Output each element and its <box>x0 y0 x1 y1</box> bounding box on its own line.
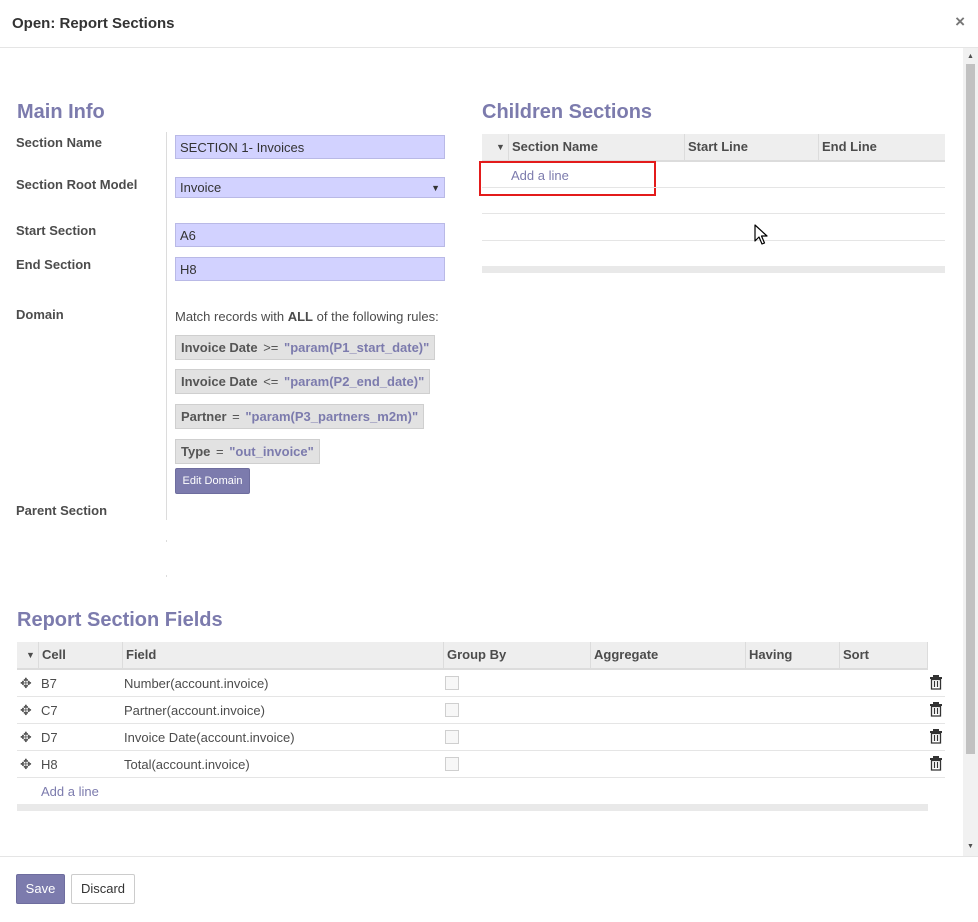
group-by-checkbox[interactable] <box>445 757 459 771</box>
domain-label: Domain <box>16 307 64 322</box>
dialog-footer: Save Discard <box>0 856 978 922</box>
cell-value: H8 <box>41 757 58 772</box>
column-header[interactable]: Having <box>746 642 840 668</box>
domain-match-text: Match records with ALL of the following … <box>175 309 439 324</box>
domain-rule[interactable]: Invoice Date >= "param(P1_start_date)" <box>175 335 436 360</box>
rule-operator: = <box>232 409 240 424</box>
drag-handle-icon[interactable]: ✥ <box>20 729 32 746</box>
column-header[interactable]: Group By <box>444 642 591 668</box>
rule-value: "param(P2_end_date)" <box>284 374 425 389</box>
section-name-label: Section Name <box>16 135 102 150</box>
dialog-body: Main Info Section Name SECTION 1- Invoic… <box>0 48 978 856</box>
mouse-cursor-icon <box>754 224 768 245</box>
rule-field: Invoice Date <box>181 374 258 389</box>
row-divider <box>482 187 945 188</box>
column-header[interactable]: Field <box>123 642 444 668</box>
column-header[interactable]: Section Name <box>508 134 685 160</box>
cell-value: D7 <box>41 730 58 745</box>
trash-icon[interactable] <box>929 755 943 771</box>
dialog-header: Open: Report Sections × <box>0 0 978 48</box>
start-section-label: Start Section <box>16 223 97 238</box>
field-divider <box>166 132 167 520</box>
row-divider <box>482 240 945 241</box>
column-header[interactable]: Aggregate <box>591 642 746 668</box>
rule-value: "out_invoice" <box>229 444 314 459</box>
chevron-down-icon: ▼ <box>431 183 440 193</box>
drag-handle-icon[interactable]: ✥ <box>20 675 32 692</box>
scrollbar-thumb[interactable] <box>966 64 975 754</box>
root-model-value: Invoice <box>180 180 222 195</box>
trash-icon[interactable] <box>929 674 943 690</box>
table-row[interactable]: ✥ C7 Partner(account.invoice) <box>17 697 945 724</box>
column-header[interactable]: Start Line <box>685 134 819 160</box>
table-row[interactable]: ✥ D7 Invoice Date(account.invoice) <box>17 724 945 751</box>
root-model-label: Section Root Model <box>16 177 138 192</box>
scroll-up-icon[interactable]: ▲ <box>963 50 978 64</box>
table-row[interactable]: ✥ B7 Number(account.invoice) <box>17 670 945 697</box>
highlight-box <box>479 161 656 196</box>
rule-operator: = <box>216 444 224 459</box>
group-by-checkbox[interactable] <box>445 703 459 717</box>
fields-add-line-link[interactable]: Add a line <box>41 784 99 799</box>
cell-value: B7 <box>41 676 57 691</box>
field-value: Total(account.invoice) <box>124 757 250 772</box>
rule-operator: <= <box>263 374 279 389</box>
parent-section-label: Parent Section <box>16 503 108 518</box>
main-info-heading: Main Info <box>17 101 105 123</box>
end-section-input[interactable]: H8 <box>175 257 445 281</box>
start-section-input[interactable]: A6 <box>175 223 445 247</box>
caret-down-icon[interactable]: ▼ <box>26 650 35 660</box>
column-header[interactable]: Sort <box>840 642 928 668</box>
row-divider <box>482 213 945 214</box>
children-sections-heading: Children Sections <box>482 101 653 123</box>
column-header[interactable]: End Line <box>819 134 945 160</box>
vertical-scrollbar[interactable]: ▲ ▼ <box>963 48 978 856</box>
section-name-input[interactable]: SECTION 1- Invoices <box>175 135 445 159</box>
caret-down-icon[interactable]: ▼ <box>496 142 505 152</box>
rule-field: Type <box>181 444 211 459</box>
trash-icon[interactable] <box>929 701 943 717</box>
field-divider-tick <box>166 575 167 577</box>
children-table-header: ▼ Section Name Start Line End Line <box>482 134 945 162</box>
group-by-checkbox[interactable] <box>445 676 459 690</box>
rule-value: "param(P3_partners_m2m)" <box>245 409 419 424</box>
discard-button[interactable]: Discard <box>71 874 135 904</box>
domain-match-suffix: of the following rules: <box>316 309 439 324</box>
fields-table-header: ▼ Cell Field Group By Aggregate Having S… <box>17 642 928 670</box>
group-by-checkbox[interactable] <box>445 730 459 744</box>
scroll-down-icon[interactable]: ▼ <box>963 840 978 854</box>
rule-field: Partner <box>181 409 227 424</box>
domain-match-all: ALL <box>287 309 313 324</box>
drag-handle-icon[interactable]: ✥ <box>20 702 32 719</box>
field-divider-tick <box>166 540 167 542</box>
domain-rule[interactable]: Type = "out_invoice" <box>175 439 320 464</box>
rule-field: Invoice Date <box>181 340 258 355</box>
domain-rule[interactable]: Partner = "param(P3_partners_m2m)" <box>175 404 425 429</box>
table-row[interactable]: ✥ H8 Total(account.invoice) <box>17 751 945 778</box>
domain-rule[interactable]: Invoice Date <= "param(P2_end_date)" <box>175 369 431 394</box>
domain-match-prefix: Match records with <box>175 309 285 324</box>
fields-table-footer <box>17 804 928 811</box>
end-section-label: End Section <box>16 257 92 272</box>
edit-domain-button[interactable]: Edit Domain <box>175 468 250 494</box>
children-table-footer <box>482 266 945 273</box>
dialog-title: Open: Report Sections <box>12 15 175 32</box>
column-header[interactable]: Cell <box>38 642 123 668</box>
field-value: Partner(account.invoice) <box>124 703 265 718</box>
rule-operator: >= <box>263 340 279 355</box>
save-button[interactable]: Save <box>16 874 65 904</box>
rule-value: "param(P1_start_date)" <box>284 340 430 355</box>
close-icon[interactable]: × <box>955 12 965 32</box>
drag-handle-icon[interactable]: ✥ <box>20 756 32 773</box>
root-model-select[interactable]: Invoice ▼ <box>175 177 445 198</box>
field-value: Number(account.invoice) <box>124 676 269 691</box>
report-section-fields-heading: Report Section Fields <box>17 609 223 631</box>
field-value: Invoice Date(account.invoice) <box>124 730 295 745</box>
cell-value: C7 <box>41 703 58 718</box>
trash-icon[interactable] <box>929 728 943 744</box>
